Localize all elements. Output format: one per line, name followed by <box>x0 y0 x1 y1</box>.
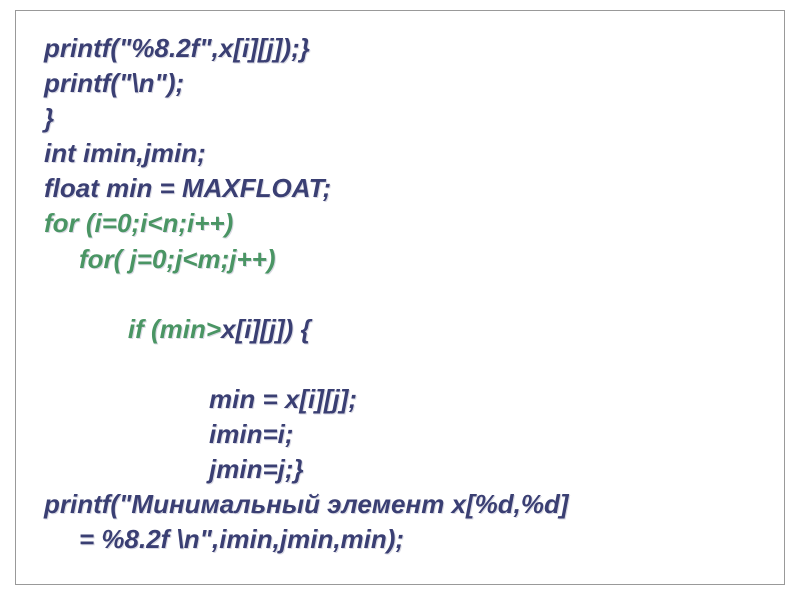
code-line-6: for (i=0;i<n;i++) <box>44 206 756 241</box>
code-line-7: for( j=0;j<m;j++) <box>44 242 756 277</box>
code-line-8-green: if (min> <box>128 314 221 344</box>
code-line-8-navy: x[i][j]) { <box>221 314 311 344</box>
code-line-5: float min = MAXFLOAT; <box>44 171 756 206</box>
code-slide: printf("%8.2f",x[i][j]);} printf("\n"); … <box>15 10 785 585</box>
code-line-4: int imin,jmin; <box>44 136 756 171</box>
code-line-3: } <box>44 101 756 136</box>
code-line-11: jmin=j;} <box>44 452 756 487</box>
code-line-1: printf("%8.2f",x[i][j]);} <box>44 31 756 66</box>
code-line-12: printf("Минимальный элемент x[%d,%d] <box>44 487 756 522</box>
code-line-10: imin=i; <box>44 417 756 452</box>
code-line-9: min = x[i][j]; <box>44 382 756 417</box>
code-line-2: printf("\n"); <box>44 66 756 101</box>
code-line-8: if (min>x[i][j]) { <box>44 277 756 382</box>
code-line-13: = %8.2f \n",imin,jmin,min); <box>44 522 756 557</box>
